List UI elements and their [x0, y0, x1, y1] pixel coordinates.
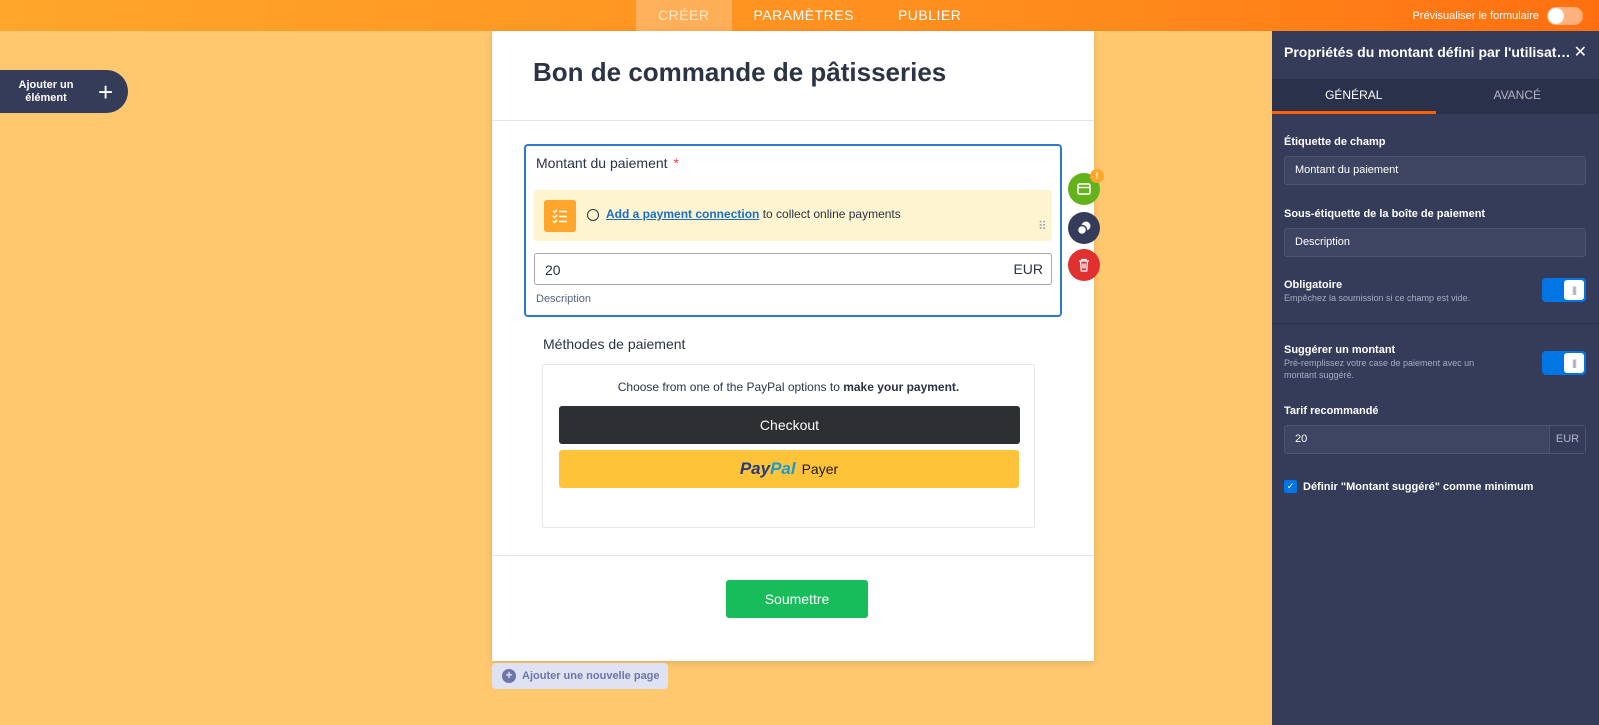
preview-form-control: Prévisualiser le formulaire: [1412, 0, 1583, 31]
add-element-label: Ajouter un élément: [18, 78, 74, 104]
checkout-button[interactable]: Checkout: [559, 406, 1020, 444]
add-circle-icon: +: [502, 669, 516, 683]
coins-icon: [1076, 221, 1091, 236]
plus-icon: +: [98, 76, 114, 107]
required-title: Obligatoire: [1284, 279, 1343, 291]
warning-badge: !: [1090, 169, 1104, 183]
suggest-amount-toggle[interactable]: |||: [1542, 351, 1586, 375]
panel-separator: [1272, 323, 1599, 324]
form-title[interactable]: Bon de commande de pâtisseries: [533, 57, 946, 88]
delete-field-button[interactable]: [1068, 249, 1100, 281]
top-navigation-bar: CRÉER PARAMÈTRES PUBLIER Prévisualiser l…: [0, 0, 1599, 31]
amount-sublabel[interactable]: Description: [536, 293, 591, 305]
add-page-label: Ajouter une nouvelle page: [522, 670, 660, 682]
sublabel-input[interactable]: Description: [1284, 228, 1586, 257]
amount-input[interactable]: 20 EUR: [534, 253, 1052, 285]
tab-avance[interactable]: AVANCÉ: [1436, 79, 1599, 114]
preview-form-toggle[interactable]: [1547, 6, 1583, 25]
suggest-amount-description: Pré-remplissez votre case de paiement av…: [1284, 358, 1475, 380]
amount-value: 20: [545, 262, 561, 278]
toggle-knob: |||: [1564, 353, 1584, 373]
payment-option-radio[interactable]: [587, 209, 599, 221]
close-icon[interactable]: ✕: [1574, 42, 1587, 62]
tab-publier[interactable]: PUBLIER: [876, 0, 983, 31]
paypal-pay-label: Payer: [801, 461, 839, 477]
drag-handle-icon[interactable]: ⠿: [1038, 220, 1048, 232]
payment-list-icon: [544, 200, 576, 232]
top-tabs: CRÉER PARAMÈTRES PUBLIER: [636, 0, 983, 31]
form-canvas: Bon de commande de pâtisseries Montant d…: [492, 31, 1094, 661]
required-toggle[interactable]: |||: [1542, 278, 1586, 302]
trash-icon: [1079, 258, 1089, 272]
paypal-intro: Choose from one of the PayPal options to: [617, 380, 844, 394]
paypal-pay-button[interactable]: PayPal Payer: [559, 450, 1019, 488]
min-amount-checkbox-label: Définir "Montant suggéré" comme minimum: [1303, 480, 1534, 493]
preview-form-label: Prévisualiser le formulaire: [1412, 9, 1539, 22]
payment-amount-field[interactable]: Montant du paiement * Add a payment conne…: [524, 144, 1062, 317]
checkbox-checked-icon[interactable]: ✓: [1284, 480, 1297, 493]
tab-parametres[interactable]: PARAMÈTRES: [732, 0, 876, 31]
payment-field-label-text: Montant du paiement: [536, 155, 668, 171]
paypal-intro-text: Choose from one of the PayPal options to…: [543, 380, 1034, 394]
recommended-rate-input[interactable]: 20 EUR: [1284, 425, 1586, 454]
recommended-rate-value[interactable]: 20: [1285, 426, 1549, 453]
toggle-knob: [1548, 7, 1564, 24]
tab-creer[interactable]: CRÉER: [636, 0, 732, 31]
footer-divider: [492, 555, 1094, 556]
payment-methods-title: Méthodes de paiement: [543, 336, 686, 352]
amount-currency: EUR: [1013, 261, 1043, 277]
paypal-logo: PayPal: [740, 459, 796, 479]
paypal-options-box: Choose from one of the PayPal options to…: [542, 364, 1035, 528]
payment-notice-text: Add a payment connection to collect onli…: [606, 207, 901, 221]
header-divider: [492, 120, 1094, 121]
field-properties-button[interactable]: [1068, 212, 1100, 244]
notice-suffix: to collect online payments: [759, 207, 901, 221]
credit-card-icon: [1077, 183, 1091, 195]
toggle-knob: |||: [1564, 280, 1584, 300]
payment-connection-notice: Add a payment connection to collect onli…: [534, 190, 1052, 241]
field-label-input[interactable]: Montant du paiement: [1284, 156, 1586, 185]
sublabel-title: Sous-étiquette de la boîte de paiement: [1284, 208, 1486, 220]
payment-field-label[interactable]: Montant du paiement *: [536, 155, 679, 171]
panel-tabs: GÉNÉRAL AVANCÉ: [1272, 79, 1599, 114]
properties-panel: Propriétés du montant défini par l'utili…: [1272, 31, 1599, 725]
paypal-logo-part1: Pay: [739, 459, 771, 478]
paypal-logo-part2: Pal: [770, 459, 796, 478]
add-element-button[interactable]: Ajouter un élément +: [0, 70, 128, 113]
min-amount-checkbox-row[interactable]: ✓ Définir "Montant suggéré" comme minimu…: [1284, 480, 1533, 493]
suggest-amount-title: Suggérer un montant: [1284, 344, 1396, 356]
add-payment-connection-link[interactable]: Add a payment connection: [606, 207, 759, 221]
required-description: Empêchez la soumission si ce champ est v…: [1284, 293, 1471, 303]
panel-title: Propriétés du montant défini par l'utili…: [1284, 44, 1574, 60]
add-new-page-button[interactable]: + Ajouter une nouvelle page: [492, 663, 668, 689]
recommended-rate-currency: EUR: [1549, 426, 1585, 453]
required-asterisk: *: [673, 155, 679, 171]
paypal-intro-bold: make your payment.: [843, 380, 960, 394]
field-label-title: Étiquette de champ: [1284, 136, 1386, 148]
recommended-rate-title: Tarif recommandé: [1284, 405, 1379, 417]
submit-button[interactable]: Soumettre: [726, 580, 868, 618]
tab-general[interactable]: GÉNÉRAL: [1272, 79, 1436, 114]
